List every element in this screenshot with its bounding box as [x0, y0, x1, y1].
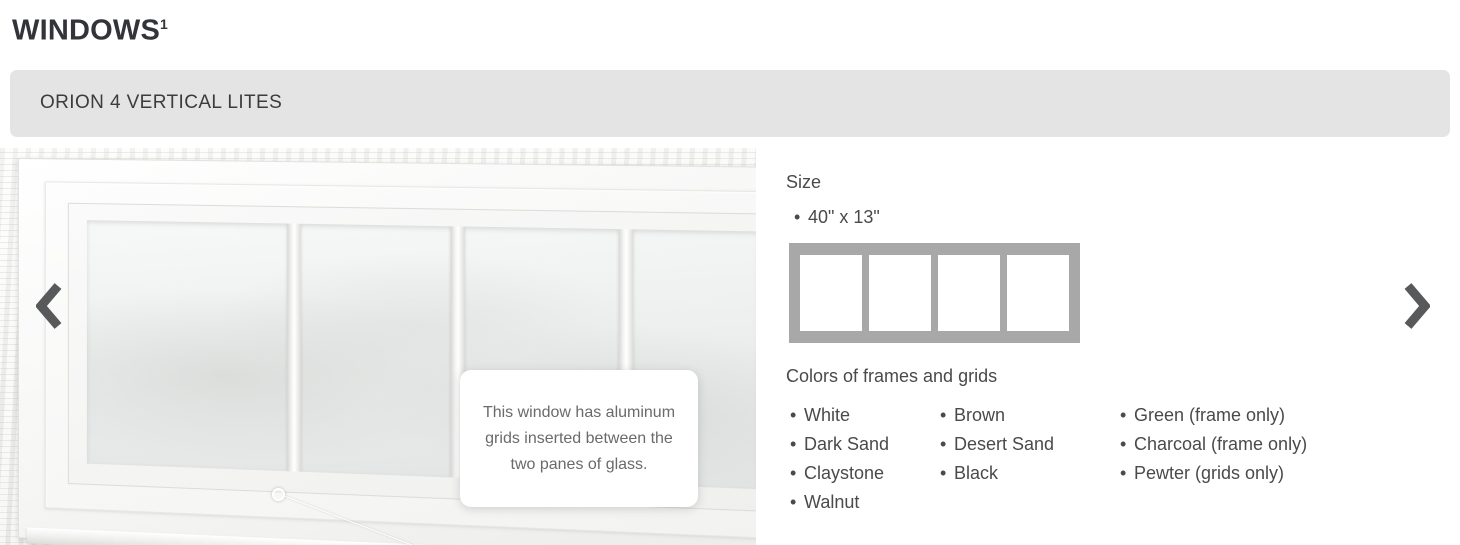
color-label: Desert Sand [954, 434, 1055, 454]
color-label: Pewter (grids only) [1134, 463, 1285, 483]
color-label: White [804, 405, 851, 425]
color-item: • White [790, 401, 940, 430]
color-label: Claystone [804, 463, 885, 483]
colors-column-3: • Green (frame only) • Charcoal (frame onl… [1120, 401, 1380, 517]
colors-list: • White • Dark Sand • Claystone • Walnut • Br… [790, 401, 1380, 517]
color-item: • Charcoal (frame only) [1120, 430, 1380, 459]
size-value-text: 40" x 13" [808, 207, 880, 227]
product-name-label: ORION 4 VERTICAL LITES [40, 92, 283, 113]
windows-product-panel: WINDOWS1 ORION 4 VERTICAL LITES This win… [0, 0, 1460, 545]
color-item: • Claystone [790, 459, 940, 488]
color-label: Walnut [804, 492, 860, 512]
bullet-icon: • [790, 492, 797, 512]
size-value: • 40" x 13" [794, 204, 880, 230]
bullet-icon: • [940, 463, 947, 483]
size-heading: Size [786, 172, 822, 192]
bullet-icon: • [794, 207, 801, 227]
color-item: • Green (frame only) [1120, 401, 1380, 430]
bullet-icon: • [790, 405, 797, 425]
chevron-left-icon [36, 283, 62, 329]
schematic-pane-2 [869, 255, 931, 331]
page-title-text: WINDOWS [12, 14, 160, 47]
bullet-icon: • [940, 405, 947, 425]
colors-heading: Colors of frames and grids [786, 366, 998, 386]
color-item: • Desert Sand [940, 430, 1120, 459]
window-mullion-1 [287, 223, 301, 472]
color-label: Green (frame only) [1134, 405, 1286, 425]
color-label: Black [954, 463, 999, 483]
color-label: Dark Sand [804, 434, 890, 454]
color-item: • Dark Sand [790, 430, 940, 459]
callout-tooltip-text: This window has aluminum grids inserted … [482, 403, 676, 473]
color-label: Brown [954, 405, 1006, 425]
product-name-bar: ORION 4 VERTICAL LITES [10, 70, 1450, 137]
colors-column-2: • Brown • Desert Sand • Black [940, 401, 1120, 517]
page-title-footnote-marker: 1 [160, 16, 168, 32]
carousel-prev-button[interactable] [28, 276, 70, 336]
bullet-icon: • [790, 434, 797, 454]
color-label: Charcoal (frame only) [1134, 434, 1308, 454]
color-item: • Brown [940, 401, 1120, 430]
bullet-icon: • [940, 434, 947, 454]
bullet-icon: • [790, 463, 797, 483]
color-item: • Pewter (grids only) [1120, 459, 1380, 488]
page-title: WINDOWS1 [12, 6, 168, 49]
colors-column-1: • White • Dark Sand • Claystone • Walnut [790, 401, 940, 517]
callout-hotspot-marker[interactable] [272, 488, 285, 501]
callout-tooltip: This window has aluminum grids inserted … [460, 370, 698, 507]
window-schematic-diagram [789, 243, 1080, 343]
bullet-icon: • [1120, 434, 1127, 454]
carousel-next-button[interactable] [1396, 276, 1438, 336]
bullet-icon: • [1120, 463, 1127, 483]
schematic-pane-1 [800, 255, 862, 331]
bullet-icon: • [1120, 405, 1127, 425]
chevron-right-icon [1404, 283, 1430, 329]
color-item: • Walnut [790, 488, 940, 517]
color-item: • Black [940, 459, 1120, 488]
schematic-pane-3 [938, 255, 1000, 331]
schematic-pane-4 [1007, 255, 1069, 331]
